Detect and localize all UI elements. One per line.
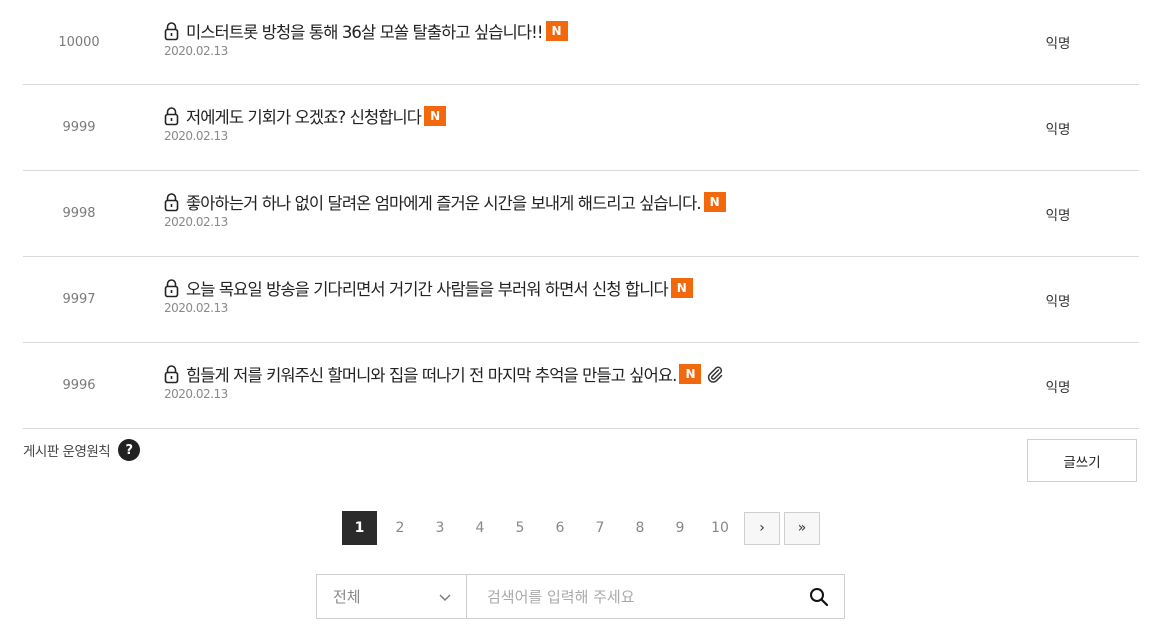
new-badge: N: [545, 21, 568, 41]
post-author: 익명: [1045, 36, 1071, 52]
question-icon[interactable]: ?: [118, 439, 141, 461]
post-number: 9997: [62, 292, 96, 307]
page-3[interactable]: 3: [420, 511, 460, 545]
post-title-link[interactable]: 오늘 목요일 방송을 기다리면서 거기간 사람들을 부러워 하면서 신청 합니다: [186, 276, 669, 300]
last-page-button[interactable]: »: [784, 511, 820, 545]
page-10[interactable]: 10: [700, 511, 740, 545]
search-bar: 전체: [316, 574, 845, 619]
post-number: 9999: [62, 120, 96, 135]
post-author: 익명: [1045, 207, 1071, 224]
next-page-button[interactable]: ›: [744, 511, 780, 545]
lock-icon: [164, 22, 179, 41]
post-title-line[interactable]: 미스터트롯 방청을 통해 36살 모쏠 탈출하고 싶습니다!! N: [164, 20, 969, 42]
new-badge: N: [703, 192, 726, 212]
chevron-down-icon: [439, 594, 451, 601]
search-scope-select[interactable]: 전체: [317, 575, 467, 618]
lock-icon: [164, 279, 179, 298]
post-title-line[interactable]: 저에게도 기회가 오겠죠? 신청합니다 N: [164, 105, 969, 127]
page-6[interactable]: 6: [540, 511, 580, 545]
post-title-link[interactable]: 힘들게 저를 키워주신 할머니와 집을 떠나기 전 마지막 추억을 만들고 싶어…: [186, 362, 677, 386]
post-author: 익명: [1045, 293, 1071, 310]
page-1[interactable]: 1: [342, 511, 377, 545]
post-main: 저에게도 기회가 오겠죠? 신청합니다 N 2020.02.13: [164, 105, 969, 143]
post-main: 힘들게 저를 키워주신 할머니와 집을 떠나기 전 마지막 추억을 만들고 싶어…: [164, 363, 969, 401]
table-row[interactable]: 9996 힘들게 저를 키워주신 할머니와 집을 떠나기 전 마지막 추억을 만…: [23, 343, 1139, 429]
post-main: 미스터트롯 방청을 통해 36살 모쏠 탈출하고 싶습니다!! N 2020.0…: [164, 20, 969, 58]
table-row[interactable]: 9998 좋아하는거 하나 없이 달려온 엄마에게 즐거운 시간을 보내게 해드…: [23, 171, 1139, 257]
post-title-line[interactable]: 오늘 목요일 방송을 기다리면서 거기간 사람들을 부러워 하면서 신청 합니다…: [164, 277, 969, 299]
search-icon: [810, 587, 829, 606]
post-date: 2020.02.13: [164, 44, 228, 58]
post-date: 2020.02.13: [164, 387, 228, 401]
table-row[interactable]: 10000 미스터트롯 방청을 통해 36살 모쏠 탈출하고 싶습니다!! N …: [23, 0, 1139, 85]
table-row[interactable]: 9997 오늘 목요일 방송을 기다리면서 거기간 사람들을 부러워 하면서 신…: [23, 257, 1139, 343]
paperclip-icon: [708, 366, 723, 383]
new-badge: N: [670, 278, 693, 298]
post-date: 2020.02.13: [164, 215, 228, 229]
post-number: 9996: [62, 378, 96, 393]
board-rules-link[interactable]: 게시판 운영원칙: [23, 440, 111, 460]
search-scope-value: 전체: [333, 588, 361, 606]
write-button[interactable]: 글쓰기: [1027, 439, 1137, 482]
post-title-line[interactable]: 힘들게 저를 키워주신 할머니와 집을 떠나기 전 마지막 추억을 만들고 싶어…: [164, 363, 969, 385]
post-main: 좋아하는거 하나 없이 달려온 엄마에게 즐거운 시간을 보내게 해드리고 싶습…: [164, 191, 969, 229]
page-8[interactable]: 8: [620, 511, 660, 545]
post-title-link[interactable]: 저에게도 기회가 오겠죠? 신청합니다: [186, 104, 422, 128]
post-date: 2020.02.13: [164, 301, 228, 315]
search-button[interactable]: [794, 575, 844, 618]
new-badge: N: [424, 106, 447, 126]
pagination: 1 2 3 4 5 6 7 8 9 10 › »: [342, 511, 820, 545]
post-title-line[interactable]: 좋아하는거 하나 없이 달려온 엄마에게 즐거운 시간을 보내게 해드리고 싶습…: [164, 191, 969, 213]
page-9[interactable]: 9: [660, 511, 700, 545]
table-row[interactable]: 9999 저에게도 기회가 오겠죠? 신청합니다 N 2020.02.13 익명: [23, 85, 1139, 171]
lock-icon: [164, 107, 179, 126]
search-input[interactable]: [467, 575, 794, 618]
page-4[interactable]: 4: [460, 511, 500, 545]
page-7[interactable]: 7: [580, 511, 620, 545]
post-title-link[interactable]: 좋아하는거 하나 없이 달려온 엄마에게 즐거운 시간을 보내게 해드리고 싶습…: [186, 190, 702, 214]
post-title-link[interactable]: 미스터트롯 방청을 통해 36살 모쏠 탈출하고 싶습니다!!: [186, 19, 543, 43]
post-date: 2020.02.13: [164, 129, 228, 143]
post-list: 10000 미스터트롯 방청을 통해 36살 모쏠 탈출하고 싶습니다!! N …: [23, 0, 1139, 429]
post-author: 익명: [1045, 121, 1071, 138]
post-main: 오늘 목요일 방송을 기다리면서 거기간 사람들을 부러워 하면서 신청 합니다…: [164, 277, 969, 315]
post-number: 10000: [58, 34, 100, 50]
board-rules[interactable]: 게시판 운영원칙 ?: [23, 439, 141, 461]
post-number: 9998: [62, 206, 96, 221]
post-author: 익명: [1045, 379, 1071, 396]
lock-icon: [164, 365, 179, 384]
new-badge: N: [679, 364, 702, 384]
lock-icon: [164, 193, 179, 212]
page-2[interactable]: 2: [380, 511, 420, 545]
page-5[interactable]: 5: [500, 511, 540, 545]
